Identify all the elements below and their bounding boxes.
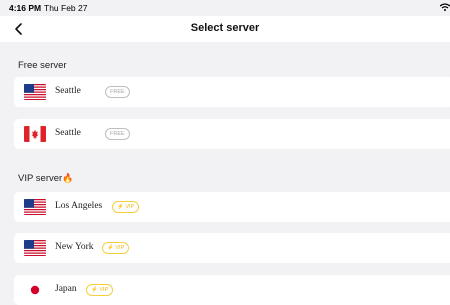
japan-flag-icon — [24, 282, 46, 298]
free-badge: FREE — [105, 86, 130, 98]
status-date: Thu Feb 27 — [44, 3, 88, 13]
server-name: Seattle — [55, 128, 81, 138]
fire-icon: 🔥 — [62, 173, 74, 183]
wifi-icon — [440, 3, 450, 11]
vip-badge: ⚡ VIP — [102, 242, 130, 254]
server-name: Los Angeles — [55, 201, 103, 211]
status-time: 4:16 PM — [9, 3, 42, 13]
server-row-vip-los-angeles[interactable]: Los Angeles ⚡ VIP — [14, 192, 450, 222]
vip-server-section-title: VIP server🔥 — [18, 173, 73, 184]
server-name: Seattle — [55, 86, 81, 96]
vip-section-label: VIP server — [18, 173, 63, 184]
status-bar: 4:16 PM Thu Feb 27 — [0, 0, 450, 16]
server-row-vip-new-york[interactable]: New York ⚡ VIP — [14, 233, 450, 263]
page-title: Select server — [190, 22, 260, 34]
server-name: Japan — [55, 284, 77, 294]
navigation-bar: Select server — [0, 16, 450, 42]
server-name: New York — [55, 242, 94, 252]
server-row-free-seattle-ca[interactable]: Seattle FREE — [14, 119, 450, 149]
us-flag-icon — [24, 240, 46, 256]
canada-flag-icon — [24, 126, 46, 142]
us-flag-icon — [24, 84, 46, 100]
server-row-free-seattle-us[interactable]: Seattle FREE — [14, 77, 450, 107]
vip-badge: ⚡ VIP — [86, 284, 114, 296]
server-row-vip-japan[interactable]: Japan ⚡ VIP — [14, 275, 450, 305]
free-server-section-title: Free server — [18, 60, 67, 71]
vip-badge: ⚡ VIP — [112, 201, 140, 213]
free-badge: FREE — [105, 128, 130, 140]
us-flag-icon — [24, 199, 46, 215]
